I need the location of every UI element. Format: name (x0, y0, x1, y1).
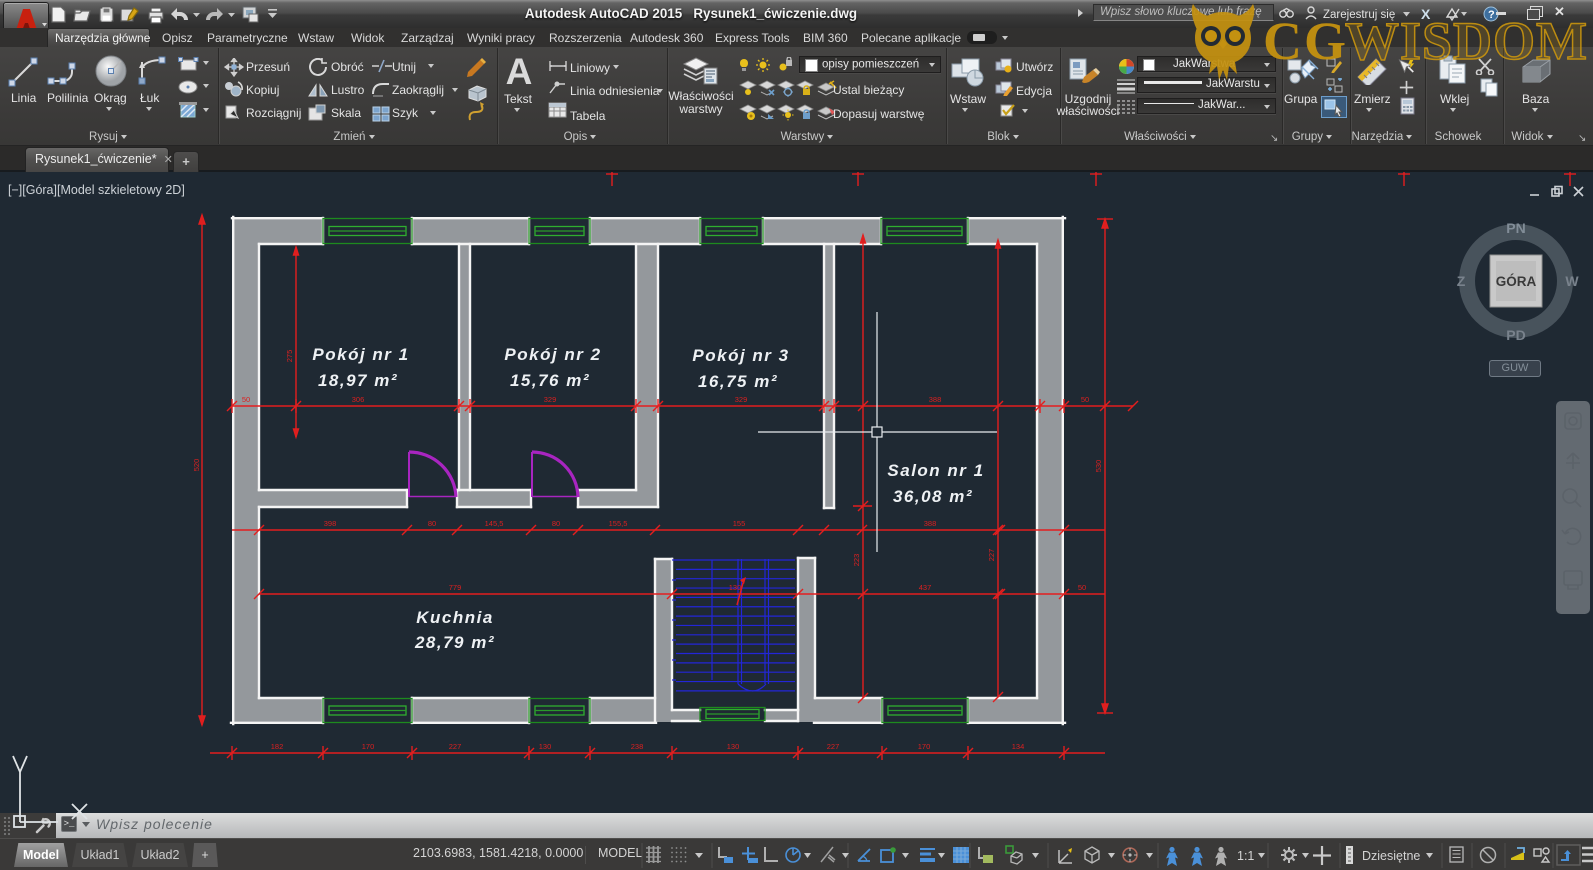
svg-text:170: 170 (918, 742, 931, 751)
svg-text:275: 275 (285, 350, 294, 363)
svg-text:36,08 m²: 36,08 m² (893, 487, 973, 506)
svg-text:182: 182 (271, 742, 284, 751)
svg-text:130: 130 (727, 742, 740, 751)
svg-text:520: 520 (192, 459, 201, 472)
svg-text:388: 388 (924, 519, 937, 528)
svg-text:X: X (1421, 6, 1431, 22)
svg-text:GÓRA: GÓRA (1496, 274, 1537, 289)
svg-text:80: 80 (552, 519, 560, 528)
svg-text:329: 329 (544, 395, 557, 404)
svg-text:Pokój nr 1: Pokój nr 1 (312, 345, 409, 364)
svg-text:18,97 m²: 18,97 m² (318, 371, 398, 390)
svg-text:80: 80 (428, 519, 436, 528)
svg-text:227: 227 (827, 742, 840, 751)
svg-text:15,76 m²: 15,76 m² (510, 371, 590, 390)
svg-text:Pokój nr 2: Pokój nr 2 (504, 345, 601, 364)
svg-text:Kuchnia: Kuchnia (416, 608, 494, 627)
svg-text:238: 238 (631, 742, 644, 751)
svg-text:145,5: 145,5 (485, 519, 504, 528)
svg-text:PN: PN (1506, 220, 1525, 236)
svg-text:1:1: 1:1 (1237, 849, 1254, 863)
svg-text:130: 130 (729, 583, 742, 592)
svg-text:130: 130 (539, 742, 552, 751)
svg-text:306: 306 (352, 395, 365, 404)
svg-text:50: 50 (1081, 395, 1089, 404)
svg-text:50: 50 (242, 395, 250, 404)
svg-text:155,5: 155,5 (609, 519, 628, 528)
svg-text:PD: PD (1506, 327, 1525, 343)
svg-text:Pokój nr 3: Pokój nr 3 (692, 346, 789, 365)
svg-text:16,75 m²: 16,75 m² (698, 372, 778, 391)
svg-text:?: ? (1488, 9, 1495, 21)
svg-text:170: 170 (362, 742, 375, 751)
svg-text:134: 134 (1012, 742, 1025, 751)
svg-text:779: 779 (449, 583, 462, 592)
svg-text:Salon nr 1: Salon nr 1 (887, 461, 984, 480)
svg-text:Z: Z (1457, 273, 1466, 289)
svg-text:28,79 m²: 28,79 m² (414, 633, 495, 652)
svg-text:227: 227 (449, 742, 462, 751)
svg-text:388: 388 (929, 395, 942, 404)
svg-text:W: W (1565, 273, 1579, 289)
svg-text:437: 437 (919, 583, 932, 592)
svg-text:155: 155 (733, 519, 746, 528)
svg-text:530: 530 (1094, 460, 1103, 473)
svg-text:Zarejestruj się: Zarejestruj się (1323, 9, 1395, 21)
svg-text:227: 227 (987, 549, 996, 562)
svg-text:50: 50 (1078, 583, 1086, 592)
svg-text:223: 223 (852, 554, 861, 567)
svg-text:Dziesiętne: Dziesiętne (1362, 849, 1420, 863)
svg-text:398: 398 (324, 519, 337, 528)
svg-text:329: 329 (735, 395, 748, 404)
